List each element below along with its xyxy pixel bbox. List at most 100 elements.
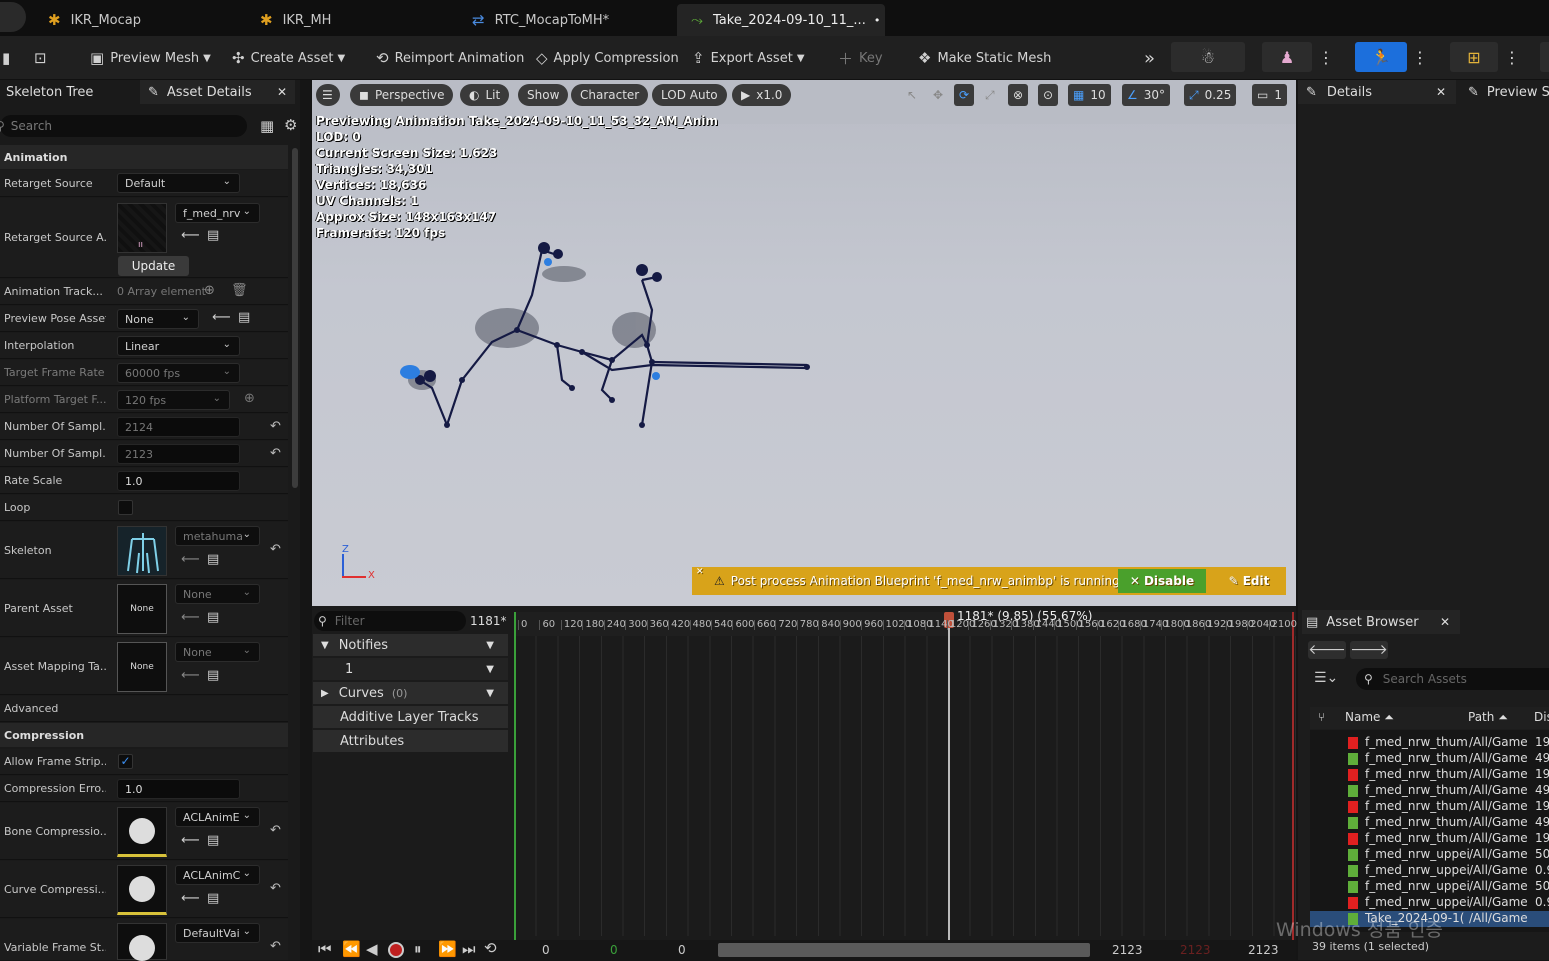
use-selected-icon[interactable]: ⟵: [181, 610, 200, 625]
preview-mesh-button[interactable]: ▣ Preview Mesh ▼: [84, 44, 217, 72]
reimport-button[interactable]: ⟲ Reimport Animation: [370, 44, 530, 72]
add-icon[interactable]: ⊕: [244, 391, 255, 406]
tab-ikr-mh[interactable]: ✱ IKR_MH: [246, 4, 456, 36]
list-item[interactable]: f_med_nrw_thum/All/Game 19: [1310, 767, 1549, 783]
parent-asset-thumbnail[interactable]: None: [117, 584, 167, 634]
timeline-grid[interactable]: [514, 636, 1296, 936]
list-item[interactable]: f_med_nrw_uppei/All/Game 50: [1310, 847, 1549, 863]
list-item[interactable]: f_med_nrw_uppei/All/Game 50: [1310, 879, 1549, 895]
create-asset-button[interactable]: ✣ Create Asset ▼: [226, 44, 351, 72]
asset-mapping-thumbnail[interactable]: None: [117, 642, 167, 692]
trash-icon[interactable]: 🗑: [231, 283, 248, 298]
browse-asset-icon[interactable]: ▤: [207, 668, 219, 683]
skeleton-thumbnail[interactable]: [117, 526, 167, 576]
edit-button[interactable]: ✎ Edit: [1216, 569, 1282, 593]
list-item[interactable]: f_med_nrw_thum/All/Game 49: [1310, 783, 1549, 799]
forward-button[interactable]: 🡒: [1350, 641, 1388, 659]
timeline-filter-input[interactable]: ⚲ Filter: [314, 611, 466, 631]
loop-icon[interactable]: ⟲: [484, 939, 497, 957]
pause-icon[interactable]: ⏸: [414, 940, 422, 958]
anim-options-icon[interactable]: ⋮: [1410, 42, 1430, 72]
section-animation[interactable]: Animation: [0, 145, 288, 169]
close-icon[interactable]: ✕: [1436, 85, 1446, 99]
row-advanced[interactable]: Advanced: [0, 696, 288, 722]
browse-asset-icon[interactable]: ▤: [207, 228, 219, 243]
reset-icon[interactable]: ↶: [270, 939, 281, 954]
asset-browser-tab[interactable]: ▤ Asset Browser ✕: [1302, 610, 1460, 634]
curve-compression-thumbnail[interactable]: [117, 865, 167, 915]
current-frame-field[interactable]: 1181*: [470, 614, 507, 628]
filter-icon[interactable]: ☰⌄: [1314, 670, 1338, 686]
gear-icon[interactable]: ⚙: [284, 116, 297, 134]
add-element-icon[interactable]: ⊕: [204, 283, 215, 298]
use-selected-icon[interactable]: ⟵: [181, 833, 200, 848]
tab-asset-details[interactable]: ✎ Asset Details ✕: [140, 80, 295, 104]
retarget-source-dropdown[interactable]: Default ⌄: [117, 173, 240, 193]
reset-icon[interactable]: ↶: [270, 419, 281, 434]
animation-mode-button[interactable]: 🏃: [1355, 42, 1407, 72]
path-column-header[interactable]: Path ⏶: [1468, 710, 1508, 725]
skeleton-mode-button[interactable]: ☃: [1171, 42, 1245, 72]
list-item[interactable]: f_med_nrw_thum/All/Game 49: [1310, 815, 1549, 831]
browse-asset-icon[interactable]: ▤: [238, 310, 250, 325]
step-back-icon[interactable]: ⏪: [342, 940, 361, 958]
play-reverse-icon[interactable]: ◀: [366, 940, 378, 958]
list-item[interactable]: f_med_nrw_uppei/All/Game 0.9: [1310, 863, 1549, 879]
list-item[interactable]: f_med_nrw_thum/All/Game 19: [1310, 799, 1549, 815]
tab-ikr-mocap[interactable]: ✱ IKR_Mocap: [34, 4, 244, 36]
browse-asset-icon[interactable]: ▤: [207, 610, 219, 625]
preview-viewport[interactable]: ☰ ◼ Perspective ◐ Lit Show Character LOD A…: [312, 80, 1296, 606]
notifies-track[interactable]: ▼ Notifies ▼: [313, 634, 508, 656]
use-selected-icon[interactable]: ⟵: [181, 891, 200, 906]
dis-column-header[interactable]: Dis: [1534, 710, 1549, 724]
compression-error-field[interactable]: 1.0: [117, 779, 240, 799]
curve-compression-dropdown[interactable]: ACLAnimC ⌄: [175, 865, 260, 885]
record-icon[interactable]: [388, 942, 404, 958]
source-tree-icon[interactable]: ⑂: [1318, 710, 1325, 724]
attributes-track[interactable]: Attributes: [313, 730, 508, 752]
use-selected-icon[interactable]: ⟵: [181, 552, 200, 567]
section-compression[interactable]: Compression: [0, 723, 288, 747]
browse-icon[interactable]: ⊡: [28, 44, 59, 72]
list-item[interactable]: f_med_nrw_thum/All/Game 19: [1310, 831, 1549, 847]
details-tab[interactable]: ✎ Details ✕: [1298, 80, 1456, 104]
mesh-mode-button[interactable]: ♟: [1262, 42, 1312, 72]
additive-layer-track[interactable]: Additive Layer Tracks: [313, 706, 508, 728]
blueprint-mode-button[interactable]: ⊞: [1450, 42, 1498, 72]
browse-asset-icon[interactable]: ▤: [207, 833, 219, 848]
skeleton-dropdown[interactable]: metahuma ⌄: [175, 526, 260, 546]
back-button[interactable]: 🡐: [1308, 641, 1346, 659]
variable-frame-thumbnail[interactable]: [117, 923, 167, 961]
browse-asset-icon[interactable]: ▤: [207, 552, 219, 567]
preview-pose-dropdown[interactable]: None ⌄: [117, 309, 199, 329]
list-item[interactable]: f_med_nrw_thum/All/Game 19: [1310, 735, 1549, 751]
table-view-icon[interactable]: ▦: [260, 117, 274, 135]
timeline-scrollbar[interactable]: [718, 943, 1090, 957]
go-to-start-icon[interactable]: ⏮: [318, 940, 332, 958]
retarget-asset-dropdown[interactable]: f_med_nrv ⌄: [175, 203, 260, 223]
disable-button[interactable]: ✕ Disable: [1118, 569, 1206, 593]
preview-settings-tab[interactable]: ✎ Preview S: [1458, 80, 1549, 104]
unreal-logo-icon[interactable]: [0, 2, 26, 32]
scrollbar[interactable]: [292, 148, 298, 488]
mesh-options-icon[interactable]: ⋮: [1316, 42, 1336, 72]
blueprint-options-icon[interactable]: ⋮: [1502, 42, 1522, 72]
step-forward-icon[interactable]: ⏩: [438, 940, 457, 958]
parent-asset-dropdown[interactable]: None ⌄: [175, 584, 260, 604]
use-selected-icon[interactable]: ⟵: [181, 668, 200, 683]
tab-skeleton-tree[interactable]: Skeleton Tree: [6, 80, 93, 104]
close-icon[interactable]: ✕: [1440, 615, 1450, 629]
bone-compression-thumbnail[interactable]: [117, 807, 167, 857]
list-item[interactable]: f_med_nrw_thum/All/Game 49: [1310, 751, 1549, 767]
update-button[interactable]: Update: [118, 256, 189, 276]
asset-search-input[interactable]: ⚲ Search Assets: [1356, 668, 1549, 690]
reset-icon[interactable]: ↶: [270, 446, 281, 461]
extra-mode-button[interactable]: [1540, 42, 1549, 72]
save-icon[interactable]: ▮: [0, 44, 22, 72]
list-item[interactable]: f_med_nrw_uppei/All/Game 0.9: [1310, 895, 1549, 911]
reset-icon[interactable]: ↶: [270, 823, 281, 838]
apply-compression-button[interactable]: ◇ Apply Compression: [530, 44, 685, 72]
tab-take-anim[interactable]: ⤳Take_2024-09-10_11_... • ×: [677, 4, 885, 36]
browse-asset-icon[interactable]: ▤: [207, 891, 219, 906]
use-selected-icon[interactable]: ⟵: [212, 310, 231, 325]
